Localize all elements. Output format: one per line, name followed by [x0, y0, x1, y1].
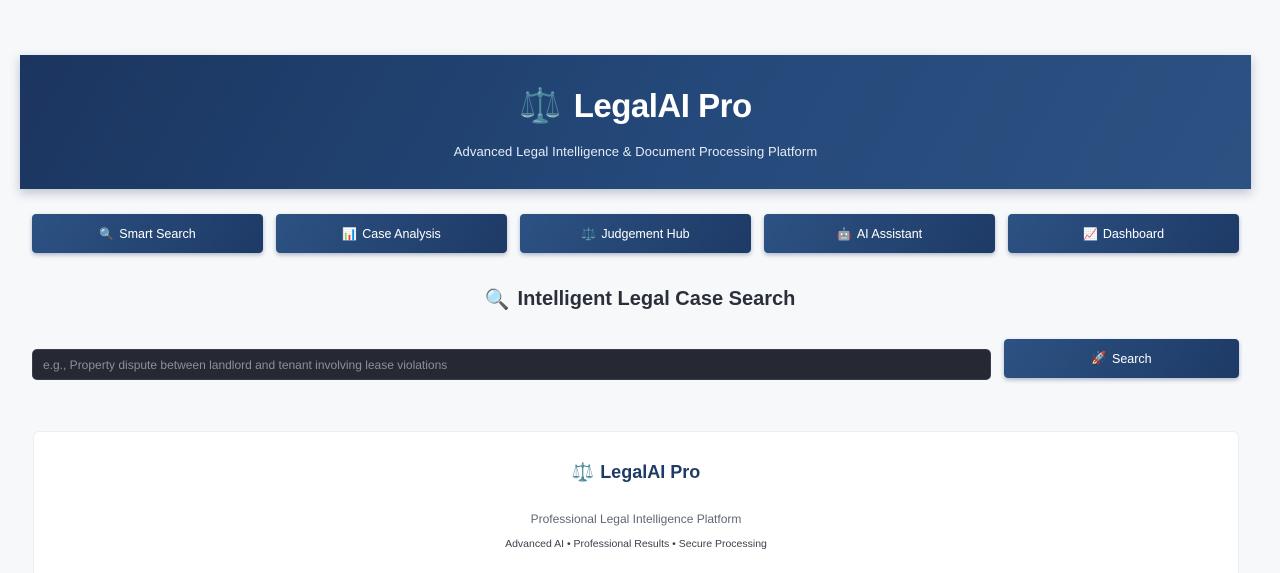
footer-card: ⚖️ LegalAI Pro Professional Legal Intell…	[33, 431, 1239, 573]
search-button[interactable]: 🚀 Search	[1004, 339, 1239, 378]
robot-icon: 🤖	[836, 226, 852, 241]
scales-icon: ⚖️	[571, 462, 595, 482]
tab-label: Dashboard	[1102, 226, 1165, 241]
tab-label: Smart Search	[119, 226, 196, 241]
footer-features: Advanced AI • Professional Results • Sec…	[505, 538, 767, 550]
scales-icon: ⚖️	[581, 226, 597, 241]
footer-brand-text: LegalAI Pro	[600, 462, 701, 482]
app-page: ⚖️ LegalAI Pro Advanced Legal Intelligen…	[0, 0, 1280, 573]
tab-judgement-hub[interactable]: ⚖️ Judgement Hub	[520, 214, 751, 253]
search-button-label: Search	[1111, 351, 1152, 366]
magnifier-icon: 🔍	[484, 289, 510, 311]
main-tabs: 🔍 Smart Search 📊 Case Analysis ⚖️ Judgem…	[32, 214, 1239, 253]
app-title-text: LegalAI Pro	[573, 87, 752, 124]
tab-smart-search[interactable]: 🔍 Smart Search	[32, 214, 263, 253]
search-heading-text: Intelligent Legal Case Search	[517, 288, 796, 310]
tab-dashboard[interactable]: 📈 Dashboard	[1008, 214, 1239, 253]
scales-icon: ⚖️	[519, 87, 562, 125]
bar-chart-icon: 📊	[342, 226, 358, 241]
case-search-input[interactable]	[32, 349, 991, 380]
tab-ai-assistant[interactable]: 🤖 AI Assistant	[764, 214, 995, 253]
search-heading: 🔍 Intelligent Legal Case Search	[0, 287, 1280, 312]
magnifier-icon: 🔍	[99, 226, 115, 241]
trend-chart-icon: 📈	[1082, 226, 1098, 241]
footer-tagline: Professional Legal Intelligence Platform	[530, 512, 742, 526]
app-title: ⚖️ LegalAI Pro	[20, 86, 1251, 126]
rocket-icon: 🚀	[1091, 351, 1107, 365]
tab-label: Judgement Hub	[601, 226, 690, 241]
footer-brand: ⚖️ LegalAI Pro	[34, 462, 1238, 483]
tab-case-analysis[interactable]: 📊 Case Analysis	[276, 214, 507, 253]
hero-banner: ⚖️ LegalAI Pro Advanced Legal Intelligen…	[20, 55, 1251, 189]
app-subtitle: Advanced Legal Intelligence & Document P…	[453, 144, 818, 159]
tab-label: AI Assistant	[856, 226, 923, 241]
tab-label: Case Analysis	[362, 226, 441, 241]
